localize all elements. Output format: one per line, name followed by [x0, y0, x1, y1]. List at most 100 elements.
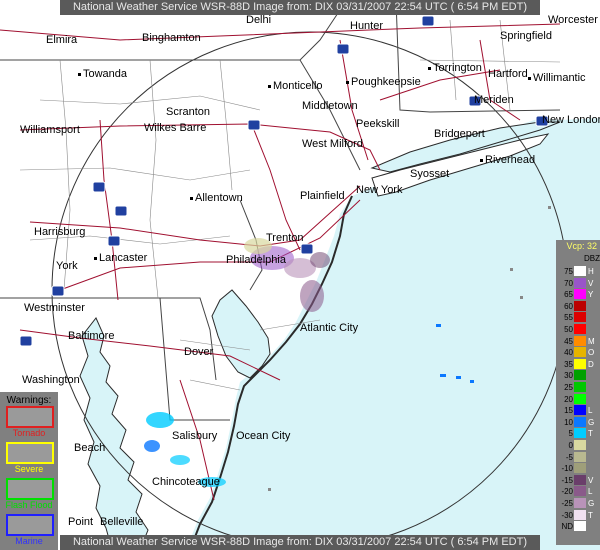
- city-label: Lancaster: [94, 252, 147, 264]
- marine-swatch: [6, 514, 54, 536]
- legend-value: 55: [564, 313, 573, 323]
- legend-row: -15 V: [556, 474, 600, 486]
- legend-unit: DBZ: [584, 254, 600, 263]
- city-label: Bridgeport: [434, 128, 485, 140]
- city-dot: [190, 196, 193, 200]
- legend-swatch: [574, 474, 586, 485]
- city-dot: [428, 66, 431, 70]
- legend-swatch: [574, 289, 586, 300]
- legend-row: 70 V: [556, 277, 600, 289]
- legend-row: -25 G: [556, 498, 600, 509]
- legend-value: -20: [561, 487, 573, 497]
- legend-swatch: [574, 440, 586, 450]
- city-label: Towanda: [78, 68, 127, 80]
- legend-value: 65: [564, 290, 573, 300]
- legend-row: -30 T: [556, 509, 600, 521]
- city-dot: [480, 158, 483, 162]
- legend-code: Y: [588, 290, 594, 300]
- city-label: Ocean City: [236, 430, 291, 442]
- legend-value: 70: [564, 278, 573, 288]
- city-label: Worcester: [548, 14, 598, 26]
- image-footer: National Weather Service WSR-88D Image f…: [60, 535, 540, 550]
- city-label: Delhi: [246, 14, 272, 26]
- legend-value: 60: [564, 301, 573, 311]
- city-label: Chincoteague: [152, 476, 220, 488]
- flash-flood-label: Flash Flood: [5, 500, 53, 510]
- city-label: Middletown: [302, 100, 358, 112]
- legend-row: 0: [556, 440, 600, 451]
- dbz-legend: Vcp: 32 75 H 70 V 65 Y 60 55 50 45 M 40 O 35 D 30 25 20 15…: [556, 240, 600, 545]
- legend-row: 15 L: [556, 405, 600, 416]
- warnings-title: Warnings:: [6, 395, 52, 406]
- city-label: Plainfield: [300, 190, 345, 202]
- city-label: Willimantic: [528, 72, 586, 84]
- city-label: Beach: [74, 442, 106, 454]
- city-label: Washington: [22, 374, 80, 386]
- legend-row: -20 L: [556, 486, 600, 497]
- legend-swatch: [574, 451, 586, 462]
- legend-swatch: [574, 416, 586, 427]
- legend-swatch: [574, 312, 586, 323]
- city-label: Baltimore: [68, 330, 115, 342]
- legend-swatch: [574, 277, 586, 288]
- warnings-panel: Warnings: Tornado Severe Flash Flood Mar…: [0, 392, 58, 550]
- severe-swatch: [6, 442, 54, 464]
- legend-code: G: [588, 499, 595, 508]
- severe-label: Severe: [14, 464, 44, 474]
- legend-value: -30: [561, 510, 573, 520]
- legend-value: 25: [564, 383, 573, 392]
- legend-row: 40 O: [556, 347, 600, 358]
- city-label: Harrisburg: [34, 226, 86, 238]
- legend-row: 55: [556, 312, 600, 323]
- legend-row: ND: [556, 521, 600, 532]
- city-label: Atlantic City: [300, 322, 359, 334]
- city-dot: [78, 72, 81, 76]
- legend-value: 15: [564, 406, 573, 416]
- city-dot: [528, 76, 531, 80]
- legend-value: -5: [565, 452, 573, 462]
- legend-row: 75 H: [556, 266, 600, 277]
- flash-flood-swatch: [6, 478, 54, 500]
- legend-value: 50: [564, 325, 573, 334]
- legend-value: 5: [568, 429, 573, 439]
- vcp-label: Vcp: 32: [566, 241, 597, 251]
- legend-swatch: [574, 463, 586, 474]
- city-label: Westminster: [24, 302, 85, 314]
- legend-code: M: [588, 336, 595, 346]
- image-header: National Weather Service WSR-88D Image f…: [60, 0, 540, 15]
- legend-code: V: [588, 278, 594, 288]
- city-label: Binghamton: [142, 32, 201, 44]
- city-label: Wilkes Barre: [144, 122, 207, 134]
- legend-value: 10: [564, 417, 573, 427]
- city-label: Springfield: [500, 30, 552, 42]
- legend-swatch: [574, 370, 586, 381]
- legend-code: H: [588, 267, 594, 276]
- city-dot: [268, 84, 271, 88]
- city-label: Belleville: [100, 516, 144, 528]
- legend-value: 20: [564, 394, 573, 404]
- tornado-label: Tornado: [12, 428, 46, 438]
- city-label: Scranton: [166, 106, 211, 118]
- legend-swatch: [574, 382, 586, 392]
- legend-value: ND: [561, 522, 573, 532]
- legend-row: 25: [556, 382, 600, 393]
- legend-code: T: [588, 429, 593, 439]
- legend-value: 40: [564, 348, 573, 358]
- legend-row: 5T: [556, 428, 600, 439]
- legend-swatch: [574, 324, 586, 334]
- legend-swatch: [574, 405, 586, 416]
- legend-swatch: [574, 358, 586, 369]
- legend-row: -5: [556, 451, 600, 463]
- city-label: Riverhead: [480, 154, 535, 166]
- city-label: Elmira: [46, 34, 78, 46]
- legend-value: -15: [561, 475, 573, 485]
- legend-swatch: [574, 300, 586, 311]
- legend-code: V: [588, 475, 594, 485]
- legend-value: -25: [561, 499, 573, 508]
- city-label: Peekskill: [356, 118, 400, 130]
- city-label: York: [56, 260, 78, 272]
- legend-code: T: [588, 510, 593, 520]
- city-dot: [94, 256, 97, 260]
- city-label: New York: [356, 184, 403, 196]
- legend-code: L: [588, 487, 593, 497]
